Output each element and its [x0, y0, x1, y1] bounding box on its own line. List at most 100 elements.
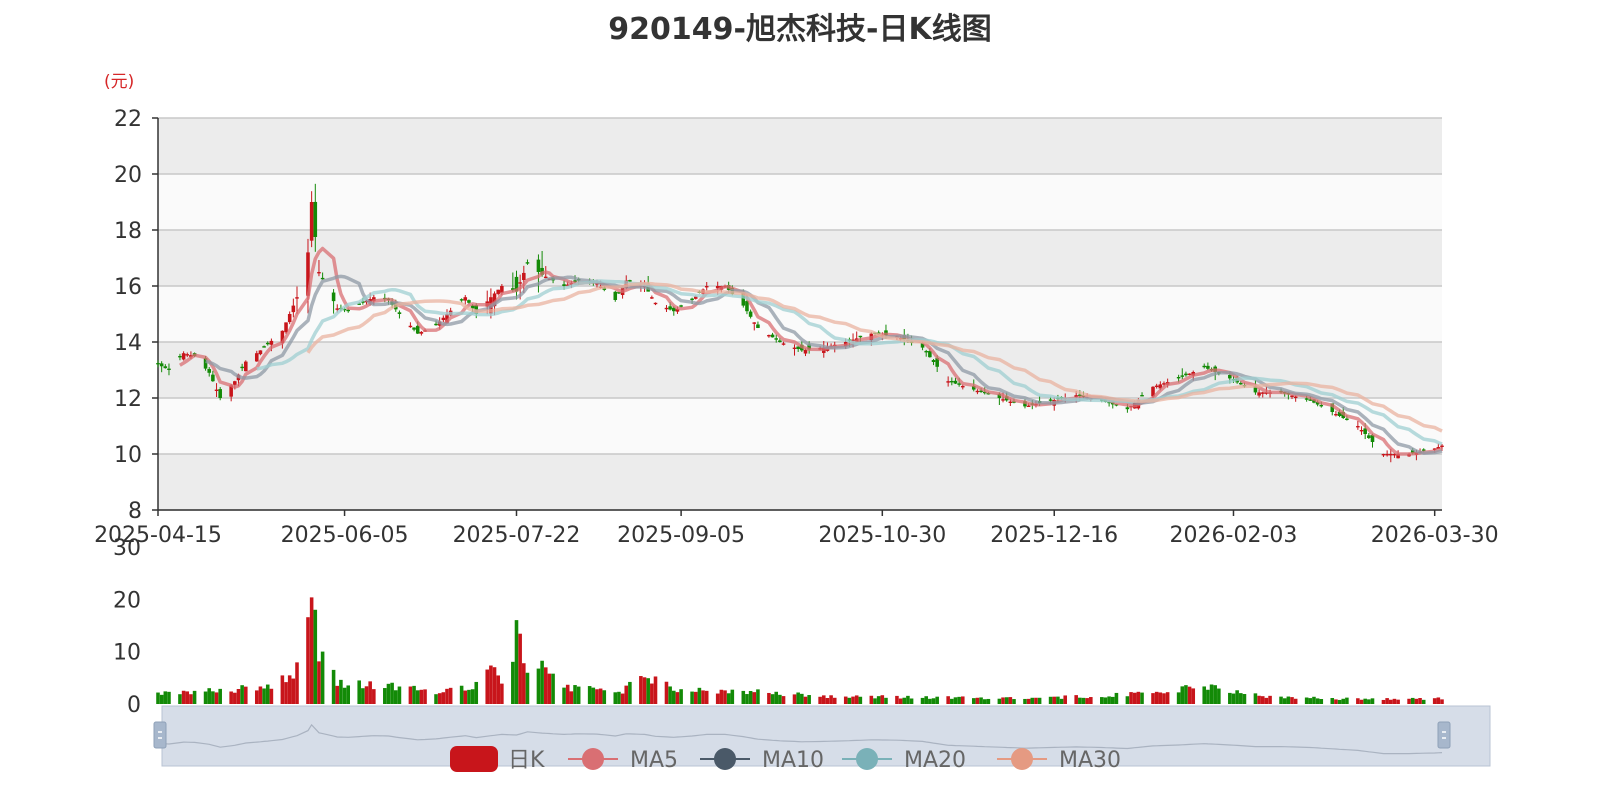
volume-bar [562, 687, 566, 704]
candle-body [1206, 365, 1210, 369]
volume-bar [525, 672, 530, 704]
candle-body [181, 353, 186, 360]
volume-bar [1012, 699, 1016, 704]
legend-dot [856, 748, 878, 770]
volume-bar [730, 689, 735, 704]
volume-bar [536, 668, 541, 704]
candle-body [1257, 392, 1261, 396]
volume-bar [1110, 696, 1115, 704]
candle-body [1180, 375, 1185, 377]
volume-bar [540, 660, 544, 704]
grid-band [158, 118, 1442, 174]
volume-bar [244, 686, 248, 704]
candle-body [950, 381, 954, 383]
volume-bar [295, 662, 299, 704]
volume-bar [642, 677, 647, 704]
candle-body [1385, 454, 1389, 456]
candle-body [781, 343, 786, 345]
volume-bar [873, 698, 877, 704]
volume-bar [1023, 698, 1027, 704]
volume-bar [829, 695, 833, 704]
volume-bar [1367, 699, 1371, 704]
volume-bar [368, 681, 372, 704]
legend-item-ma20[interactable]: MA20 [842, 748, 966, 773]
legend-item-ma30[interactable]: MA30 [997, 748, 1121, 773]
volume-bar [573, 685, 577, 704]
volume-bar [1037, 697, 1042, 704]
volume-bar [1004, 697, 1009, 704]
volume-bar [690, 691, 694, 704]
volume-bar [203, 691, 208, 704]
volume-bar [796, 692, 800, 704]
volume-bar [1231, 693, 1236, 704]
candle-body [946, 381, 950, 383]
candle-body [1359, 430, 1364, 432]
slider-handle-left[interactable] [153, 721, 167, 749]
volume-bar [591, 687, 596, 704]
volume-bar [1257, 695, 1261, 704]
legend-label: MA5 [630, 748, 678, 773]
volume-bar [1187, 686, 1192, 704]
volume-bar [317, 661, 321, 704]
candle-body [1293, 396, 1298, 398]
volume-bar [306, 617, 310, 704]
volume-bar [598, 688, 603, 704]
volume-bar [1304, 697, 1309, 704]
candle-body [704, 286, 709, 288]
candle-body [1154, 385, 1159, 387]
volume-bar [767, 692, 771, 704]
slider-handle-right[interactable] [1437, 721, 1451, 749]
volume-bar [1052, 696, 1057, 704]
volume-bar [906, 695, 910, 704]
volume-bar [982, 699, 987, 704]
volume-bar [1279, 696, 1283, 704]
candle-body [185, 354, 190, 356]
price-tick-label: 10 [114, 443, 142, 468]
volume-bar [214, 692, 219, 704]
candle-body [931, 360, 936, 362]
volume-bar [1418, 698, 1422, 704]
volume-bar [770, 694, 775, 704]
volume-tick-label: 30 [113, 536, 141, 561]
candle-body [313, 201, 318, 237]
volume-bar [1001, 697, 1005, 704]
candle-body [163, 366, 168, 369]
volume-bar [156, 692, 160, 704]
candle-body [748, 311, 753, 317]
candle-body [496, 289, 500, 294]
volume-bar [895, 695, 899, 704]
candle-body [536, 259, 541, 272]
volume-bar [1242, 694, 1247, 704]
candle-body [159, 363, 164, 367]
candle-body [240, 366, 244, 369]
candle-body [518, 282, 522, 284]
volume-bar [1407, 698, 1411, 704]
candle-body [953, 380, 958, 384]
volume-bar [342, 687, 347, 704]
price-tick-label: 20 [114, 163, 142, 188]
volume-bar [1268, 695, 1272, 704]
volume-bar [1151, 693, 1155, 704]
volume-bar [668, 686, 672, 704]
candle-body [397, 312, 402, 314]
volume-bar [876, 696, 881, 704]
candle-body [664, 307, 669, 310]
volume-bar [979, 697, 983, 704]
date-tick-label: 2026-03-30 [1371, 523, 1499, 548]
legend-item-ma10[interactable]: MA10 [700, 748, 824, 773]
date-tick-label: 2025-10-30 [818, 523, 946, 548]
volume-bar [869, 695, 874, 704]
volume-bar [613, 692, 618, 704]
legend-label: 日K [508, 748, 545, 773]
volume-bar [1085, 698, 1089, 704]
volume-bar [1370, 698, 1375, 704]
volume-bar [1228, 692, 1232, 704]
volume-bar [650, 683, 654, 704]
candle-body [309, 202, 314, 241]
volume-bar [397, 686, 402, 704]
candle-body [244, 361, 248, 372]
candle-body [961, 386, 965, 388]
volume-bar [1359, 699, 1364, 704]
volume-tick-label: 20 [113, 588, 141, 613]
price-tick-label: 8 [128, 499, 142, 524]
